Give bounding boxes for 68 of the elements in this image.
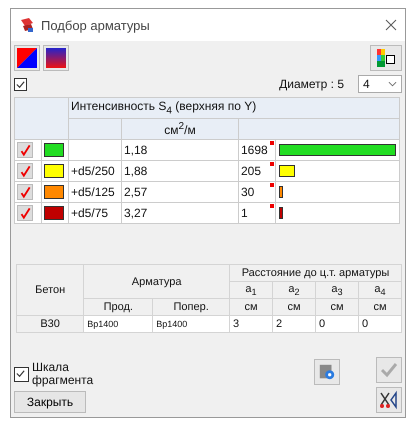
row-checkbox[interactable]: [17, 142, 33, 158]
scissors-icon: [379, 390, 399, 410]
check-icon: [18, 206, 32, 220]
check-icon: [18, 143, 32, 157]
check-icon: [18, 164, 32, 178]
table-cell: +d5/75: [71, 206, 108, 220]
table-cell: Bp1400: [156, 319, 188, 329]
checkbox[interactable]: [14, 366, 29, 382]
app-icon: [19, 17, 35, 33]
table-header: a$_{2}$: [288, 282, 300, 295]
table-cell: 1698: [241, 143, 268, 157]
table-header: Бетон: [35, 284, 66, 296]
table-cell: 205: [241, 164, 262, 178]
table-header: см: [287, 301, 301, 313]
check-icon: [15, 368, 26, 379]
marker-icon: [270, 162, 274, 166]
table-header: Попер.: [173, 301, 209, 313]
table-header: a$_{3}$: [331, 282, 343, 295]
marker-icon: [270, 183, 274, 187]
unit-header: см$^{2}$/м: [164, 123, 196, 137]
cut-button[interactable]: [376, 387, 402, 413]
table-cell: 1,88: [124, 164, 148, 178]
row-checkbox[interactable]: [17, 184, 33, 200]
settings-button[interactable]: [314, 359, 340, 385]
row-checkbox[interactable]: [17, 163, 33, 179]
table-header: Интенсивность S$_{4}$ (верхняя по Y): [71, 99, 256, 114]
table-cell: +d5/125: [71, 185, 115, 199]
palette-button[interactable]: [370, 45, 402, 71]
check-icon: [18, 185, 32, 199]
row-checkbox[interactable]: [17, 205, 33, 221]
table-cell: 2,57: [124, 185, 148, 199]
check-icon: [15, 78, 26, 90]
table-cell: 30: [241, 185, 254, 199]
marker-icon: [270, 204, 274, 208]
marker-icon: [270, 141, 274, 145]
diagonal-split-icon: [17, 48, 37, 68]
table-cell: 3: [233, 318, 240, 330]
table-cell: 3,27: [124, 206, 148, 220]
table-header: Прод.: [104, 301, 133, 313]
diameter-dropdown[interactable]: 4: [358, 75, 402, 93]
checkbox-label: Шкала фрагмента: [32, 360, 92, 387]
close-button[interactable]: Закрыть: [14, 391, 86, 413]
table-cell: 0: [362, 318, 368, 330]
table-cell: 0: [319, 318, 326, 330]
close-icon[interactable]: [385, 19, 397, 31]
table-cell: B30: [40, 318, 60, 330]
checkbox[interactable]: [14, 78, 27, 90]
caret-icon: [388, 81, 397, 87]
table-cell: +d5/250: [71, 164, 115, 178]
table-header: Расстояние до ц.т. арматуры: [242, 267, 390, 279]
palette-icon: [376, 48, 396, 68]
table-header: см: [373, 301, 387, 313]
table-cell: 1,18: [124, 143, 148, 157]
table-header: см: [244, 301, 258, 313]
diameter-label: Диаметр : 5: [279, 77, 344, 91]
table-header: a$_{4}$: [374, 282, 386, 295]
table-cell: 1: [241, 206, 248, 220]
table-cell: Bp1400: [87, 319, 118, 329]
table-header: см: [330, 301, 344, 313]
check-icon: [379, 360, 399, 380]
window-title: Подбор арматуры: [41, 18, 151, 32]
gradient-button[interactable]: [43, 45, 69, 71]
settings-icon: [318, 363, 336, 381]
table-header: a$_{1}$: [245, 282, 257, 295]
table-cell: 2: [276, 318, 282, 330]
gradient-icon: [46, 48, 66, 68]
table-header: Арматура: [132, 276, 182, 288]
fill-style-button[interactable]: [14, 45, 40, 71]
